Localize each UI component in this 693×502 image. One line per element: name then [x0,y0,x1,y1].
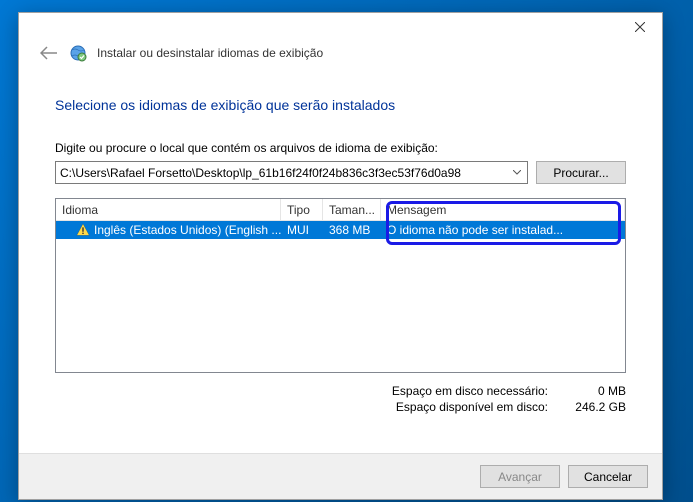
globe-icon [69,44,87,62]
row-size: 368 MB [323,223,381,237]
disk-available-value: 246.2 GB [566,400,626,414]
back-arrow-icon [40,46,58,60]
dropdown-arrow-icon[interactable] [508,164,525,181]
warning-icon [76,223,90,237]
disk-required-value: 0 MB [566,384,626,398]
disk-info: Espaço em disco necessário: 0 MB Espaço … [55,383,626,415]
window-title: Instalar ou desinstalar idiomas de exibi… [97,46,323,60]
path-label: Digite ou procure o local que contém os … [55,141,626,155]
row-message: O idioma não pode ser instalad... [381,223,625,237]
path-combobox[interactable]: C:\Users\Rafael Forsetto\Desktop\lp_61b1… [55,161,528,184]
back-button[interactable] [39,43,59,63]
column-size[interactable]: Taman... [323,199,381,220]
close-icon [635,22,645,32]
column-message[interactable]: Mensagem [381,199,625,220]
install-language-dialog: Instalar ou desinstalar idiomas de exibi… [18,12,663,500]
close-button[interactable] [617,13,662,41]
cancel-button[interactable]: Cancelar [568,465,648,488]
column-language[interactable]: Idioma [56,199,281,220]
row-language: Inglês (Estados Unidos) (English ... [94,223,281,237]
language-listview[interactable]: Idioma Tipo Taman... Mensagem Inglês (Es… [55,198,626,373]
disk-required-label: Espaço em disco necessário: [392,384,548,398]
header-row: Instalar ou desinstalar idiomas de exibi… [19,43,662,77]
column-type[interactable]: Tipo [281,199,323,220]
content-area: Selecione os idiomas de exibição que ser… [19,97,662,415]
page-heading: Selecione os idiomas de exibição que ser… [55,97,626,113]
list-item[interactable]: Inglês (Estados Unidos) (English ... MUI… [56,221,625,239]
listview-header: Idioma Tipo Taman... Mensagem [56,199,625,221]
titlebar [19,13,662,43]
path-value: C:\Users\Rafael Forsetto\Desktop\lp_61b1… [60,166,461,180]
row-type: MUI [281,223,323,237]
footer: Avançar Cancelar [19,453,662,499]
browse-button[interactable]: Procurar... [536,161,626,184]
next-button[interactable]: Avançar [480,465,560,488]
disk-available-label: Espaço disponível em disco: [396,400,548,414]
